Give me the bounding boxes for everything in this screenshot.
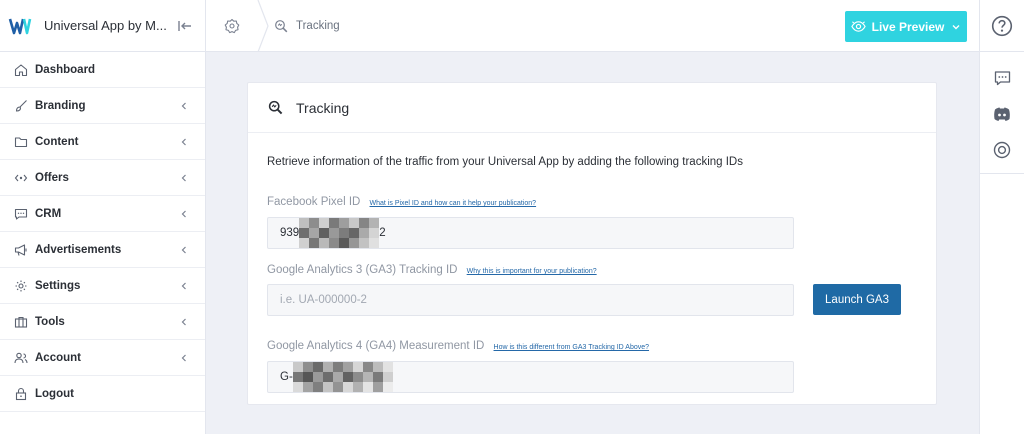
sidebar-item-label: Branding — [35, 99, 86, 112]
target-icon — [993, 141, 1011, 159]
intro-text: Retrieve information of the traffic from… — [267, 156, 743, 168]
briefcase-icon — [14, 316, 28, 328]
chevron-left-icon — [181, 102, 186, 109]
chevron-left-icon — [181, 174, 186, 181]
ga4-id-value: G- — [280, 371, 293, 383]
field-label-text: Facebook Pixel ID — [267, 196, 361, 208]
facebook-pixel-label: Facebook Pixel ID What is Pixel ID and h… — [267, 196, 536, 208]
field-label-text: Google Analytics 4 (GA4) Measurement ID — [267, 340, 485, 352]
ga4-help-link[interactable]: How is this different from GA3 Tracking … — [494, 344, 650, 351]
folder-icon — [14, 136, 28, 147]
help-icon — [991, 15, 1013, 36]
collapse-sidebar-icon[interactable] — [177, 18, 193, 34]
sidebar-item-dashboard[interactable]: Dashboard — [0, 52, 205, 88]
sidebar-item-account[interactable]: Account — [0, 340, 205, 376]
sidebar-item-logout[interactable]: Logout — [0, 376, 205, 412]
home-button[interactable] — [206, 0, 258, 52]
tracking-search-icon — [275, 20, 288, 33]
breadcrumb: Tracking — [274, 0, 340, 52]
sidebar-item-branding[interactable]: Branding — [0, 88, 205, 124]
sidebar-item-offers[interactable]: Offers — [0, 160, 205, 196]
pixel-id-value: 939 — [280, 227, 300, 239]
gear-icon — [15, 280, 27, 291]
chevron-left-icon — [181, 354, 186, 361]
ga3-tracking-input[interactable]: i.e. UA-000000-2 — [267, 284, 794, 316]
tracking-search-icon — [268, 100, 283, 115]
live-preview-button[interactable]: Live Preview — [845, 11, 967, 42]
home-icon — [14, 63, 28, 76]
ga3-label: Google Analytics 3 (GA3) Tracking ID Why… — [267, 264, 597, 276]
card-title: Tracking — [296, 99, 350, 116]
sidebar-item-label: Account — [35, 351, 81, 364]
chevron-left-icon — [181, 246, 186, 253]
sidebar-item-settings[interactable]: Settings — [0, 268, 205, 304]
target-button[interactable] — [980, 132, 1024, 168]
tracking-card: Tracking Retrieve information of the tra… — [247, 82, 937, 405]
launch-ga3-button[interactable]: Launch GA3 — [813, 284, 901, 315]
redacted-mosaic — [292, 362, 393, 392]
sidebar-item-tools[interactable]: Tools — [0, 304, 205, 340]
megaphone-icon — [14, 243, 27, 256]
comment-icon — [994, 70, 1010, 85]
sidebar-item-label: Offers — [35, 171, 69, 184]
app-name: Universal App by M... — [44, 18, 167, 33]
pixel-id-suffix: 2 — [379, 227, 386, 239]
brand-header: Universal App by M... — [0, 0, 205, 52]
rail-divider — [980, 168, 1024, 174]
ga4-measurement-input[interactable]: G- — [267, 361, 794, 393]
sidebar-item-content[interactable]: Content — [0, 124, 205, 160]
sidebar-item-label: Advertisements — [35, 243, 122, 256]
breadcrumb-separator — [257, 0, 269, 52]
card-header: Tracking — [248, 83, 936, 133]
sidebar: Universal App by M... Dashboard Branding… — [0, 0, 206, 434]
discord-icon — [994, 107, 1010, 121]
right-rail — [979, 0, 1024, 434]
chevron-left-icon — [181, 318, 186, 325]
comments-button[interactable] — [980, 60, 1024, 96]
redacted-mosaic — [299, 218, 380, 248]
top-bar: Tracking Live Preview — [206, 0, 979, 52]
badge-icon — [224, 18, 240, 34]
sidebar-item-advertisements[interactable]: Advertisements — [0, 232, 205, 268]
users-icon — [14, 352, 28, 363]
brush-icon — [15, 99, 27, 112]
chevron-left-icon — [181, 138, 186, 145]
brand-logo-icon[interactable] — [8, 14, 32, 38]
discord-button[interactable] — [980, 96, 1024, 132]
tag-icon — [14, 174, 28, 181]
sidebar-item-crm[interactable]: CRM — [0, 196, 205, 232]
chevron-left-icon — [181, 282, 186, 289]
ga3-help-link[interactable]: Why this is important for your publicati… — [467, 268, 597, 275]
sidebar-item-label: Tools — [35, 315, 65, 328]
chevron-down-icon — [952, 24, 960, 29]
live-preview-label: Live Preview — [871, 19, 945, 34]
chevron-left-icon — [181, 210, 186, 217]
sidebar-item-label: Logout — [35, 387, 74, 400]
chat-icon — [14, 208, 28, 220]
field-label-text: Google Analytics 3 (GA3) Tracking ID — [267, 264, 458, 276]
facebook-pixel-input[interactable]: 939 2 — [267, 217, 794, 249]
pixel-help-link[interactable]: What is Pixel ID and how can it help you… — [370, 200, 537, 207]
sidebar-item-label: Content — [35, 135, 79, 148]
lock-icon — [15, 387, 27, 400]
sidebar-item-label: CRM — [35, 207, 62, 220]
help-button[interactable] — [980, 0, 1024, 52]
breadcrumb-current[interactable]: Tracking — [296, 20, 340, 32]
sidebar-item-label: Settings — [35, 279, 81, 292]
sidebar-item-label: Dashboard — [35, 63, 96, 76]
eye-icon — [850, 21, 866, 32]
ga4-label: Google Analytics 4 (GA4) Measurement ID … — [267, 340, 649, 352]
